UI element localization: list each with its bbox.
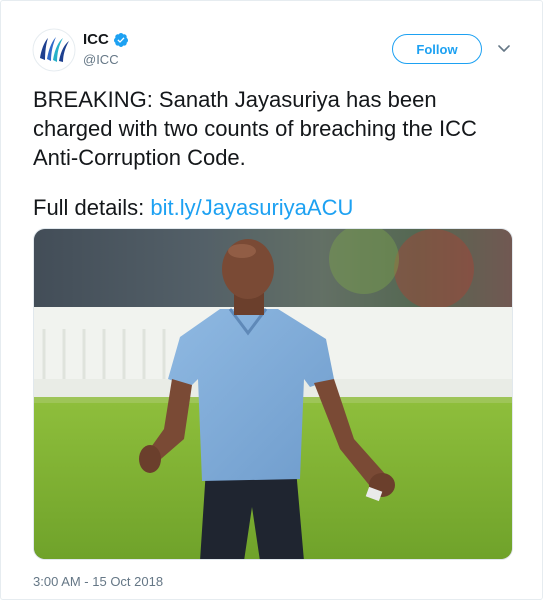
tweet-text-line: BREAKING: Sanath Jayasuriya has been	[33, 87, 437, 112]
follow-button[interactable]: Follow	[392, 34, 482, 64]
icc-logo-icon[interactable]	[32, 28, 76, 72]
tweet-card: ICC @ICC Follow BREAKING: Sanath Jayasur…	[0, 0, 543, 600]
chevron-down-icon[interactable]	[496, 40, 512, 56]
tweet-text: BREAKING: Sanath Jayasuriya has been cha…	[33, 85, 523, 172]
tweet-text-line: Anti-Corruption Code.	[33, 145, 246, 170]
verified-badge-icon	[113, 32, 128, 47]
tweet-photo[interactable]	[33, 228, 513, 560]
account-name-row: ICC	[83, 31, 129, 48]
details-link[interactable]: bit.ly/JayasuriyaACU	[150, 195, 353, 220]
details-prefix: Full details:	[33, 195, 145, 220]
tweet-text-line: charged with two counts of breaching the…	[33, 116, 477, 141]
account-name[interactable]: ICC	[83, 31, 109, 48]
full-details-line: Full details: bit.ly/JayasuriyaACU	[33, 193, 353, 222]
tweet-timestamp[interactable]: 3:00 AM - 15 Oct 2018	[33, 574, 163, 589]
account-handle[interactable]: @ICC	[83, 52, 119, 67]
